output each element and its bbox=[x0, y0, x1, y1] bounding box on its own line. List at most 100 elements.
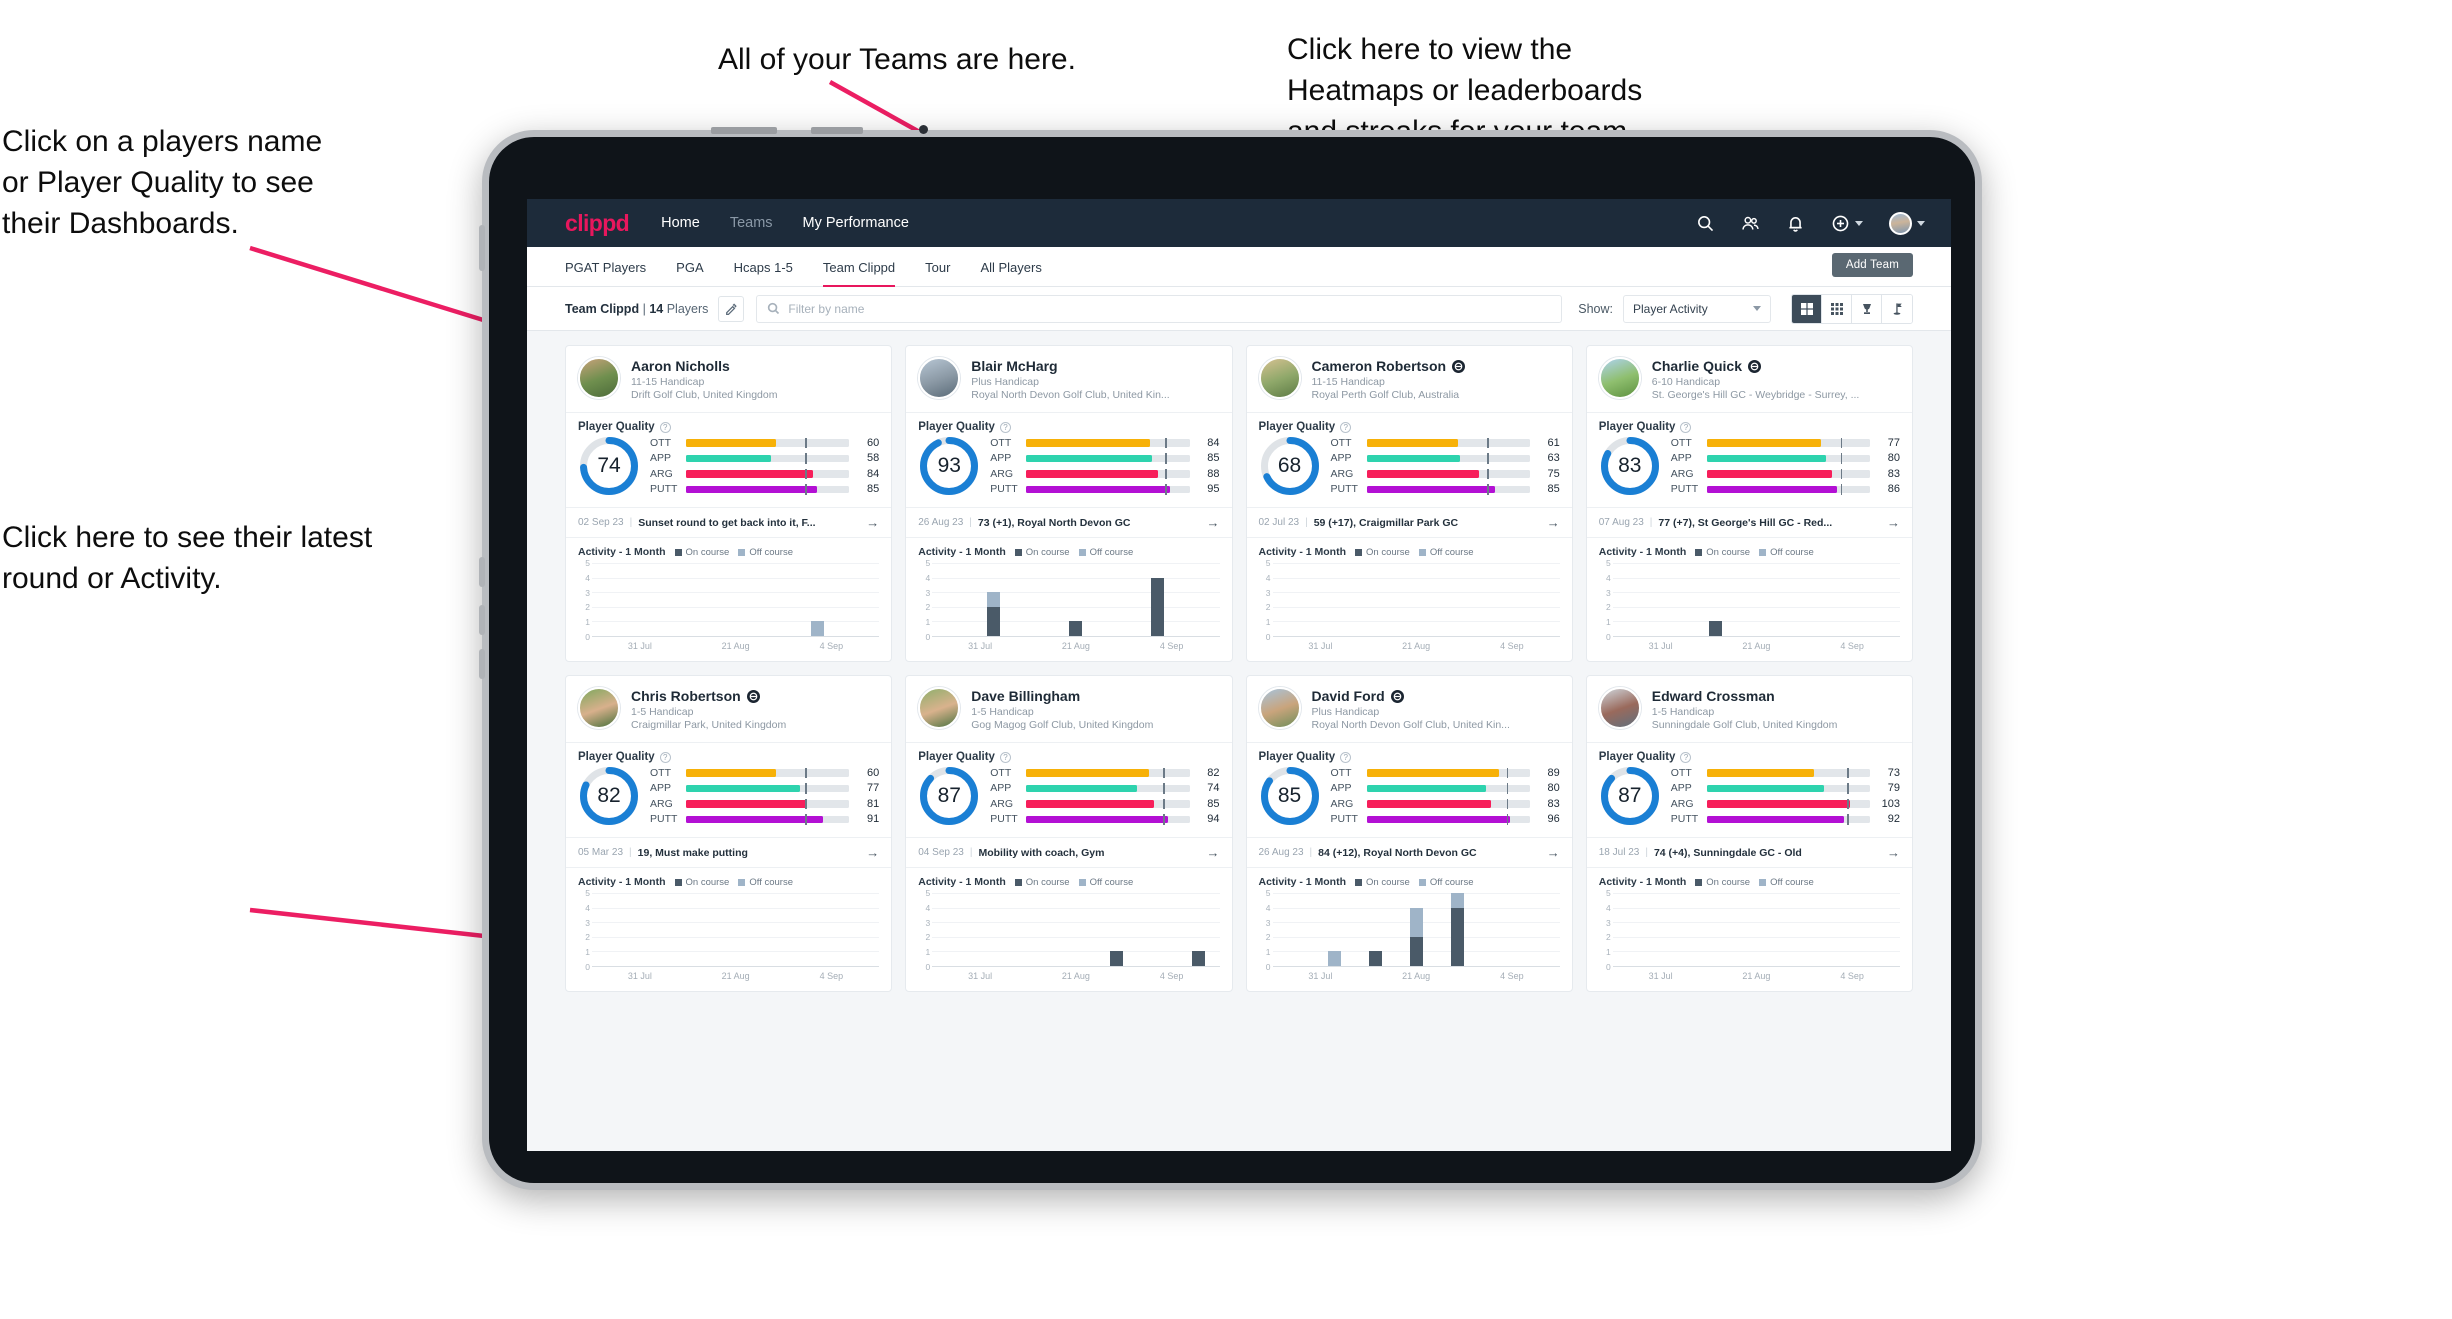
question-icon[interactable]: ? bbox=[999, 421, 1011, 433]
nav-link-home[interactable]: Home bbox=[661, 215, 700, 231]
tab-hcaps-1-5[interactable]: Hcaps 1-5 bbox=[734, 247, 793, 287]
chart-bar-on-course bbox=[1110, 951, 1124, 966]
player-quality-section[interactable]: Player Quality? 68 OTT 61 APP 63 ARG 75 PUTT 85 bbox=[1246, 412, 1572, 507]
player-quality-section[interactable]: Player Quality? 83 OTT 77 APP 80 ARG 83 PUTT 86 bbox=[1586, 412, 1912, 507]
avatar[interactable] bbox=[918, 687, 961, 729]
avatar[interactable] bbox=[1258, 357, 1301, 399]
account-menu[interactable] bbox=[1889, 211, 1925, 235]
search-input[interactable]: Filter by name bbox=[756, 294, 1563, 323]
arrow-right-icon[interactable]: → bbox=[1207, 515, 1220, 530]
create-menu[interactable] bbox=[1831, 214, 1863, 233]
question-icon[interactable]: ? bbox=[1340, 751, 1352, 763]
y-axis-tick: 2 bbox=[1606, 932, 1611, 943]
x-axis-tick: 4 Sep bbox=[819, 641, 844, 651]
player-name[interactable]: David Ford bbox=[1312, 688, 1385, 704]
player-name[interactable]: Charlie Quick bbox=[1652, 358, 1742, 374]
tab-all-players[interactable]: All Players bbox=[980, 247, 1041, 287]
player-card[interactable]: Charlie Quick 6-10 Handicap St. George's H… bbox=[1585, 345, 1913, 662]
latest-round-row[interactable]: 26 Aug 23 | 84 (+12), Royal North Devon GC… bbox=[1246, 837, 1572, 867]
edit-team-button[interactable] bbox=[718, 295, 745, 322]
question-icon[interactable]: ? bbox=[659, 421, 671, 433]
nav-link-my-performance[interactable]: My Performance bbox=[803, 215, 909, 231]
people-icon[interactable] bbox=[1741, 214, 1760, 233]
player-name[interactable]: Aaron Nicholls bbox=[631, 358, 730, 374]
bell-icon[interactable] bbox=[1786, 214, 1805, 233]
latest-round-row[interactable]: 02 Sep 23 | Sunset round to get back into … bbox=[566, 507, 892, 537]
x-axis-tick: 4 Sep bbox=[1159, 641, 1184, 651]
search-icon[interactable] bbox=[1696, 214, 1715, 233]
latest-round-row[interactable]: 04 Sep 23 | Mobility with coach, Gym → bbox=[906, 837, 1232, 867]
player-name[interactable]: Chris Robertson bbox=[631, 688, 741, 704]
question-icon[interactable]: ? bbox=[999, 751, 1011, 763]
player-card[interactable]: Cameron Robertson 11-15 Handicap Royal Per… bbox=[1245, 345, 1573, 662]
avatar[interactable] bbox=[1598, 357, 1641, 399]
arrow-right-icon[interactable]: → bbox=[1547, 845, 1560, 860]
tab-pga[interactable]: PGA bbox=[676, 247, 703, 287]
latest-round-row[interactable]: 05 Mar 23 | 19, Must make putting → bbox=[566, 837, 892, 867]
add-team-button[interactable]: Add Team bbox=[1831, 253, 1913, 277]
tab-tour[interactable]: Tour bbox=[925, 247, 950, 287]
tab-team-clippd[interactable]: Team Clippd bbox=[822, 247, 896, 287]
volume-up-button[interactable] bbox=[479, 557, 485, 587]
player-quality-section[interactable]: Player Quality? 93 OTT 84 APP 85 ARG 88 PUTT 95 bbox=[906, 412, 1232, 507]
metric-bar-benchmark-tick bbox=[805, 437, 807, 448]
player-card[interactable]: Dave Billingham 1-5 Handicap Gog Magog Gol… bbox=[905, 675, 1233, 992]
metric-bar-track bbox=[686, 767, 850, 778]
player-name[interactable]: Dave Billingham bbox=[971, 688, 1080, 704]
player-name[interactable]: Edward Crossman bbox=[1652, 688, 1775, 704]
arrow-right-icon[interactable]: → bbox=[1547, 515, 1560, 530]
player-card[interactable]: David Ford Plus Handicap Royal North Devon… bbox=[1245, 675, 1573, 992]
avatar[interactable] bbox=[1258, 687, 1301, 729]
avatar[interactable] bbox=[918, 357, 961, 399]
avatar[interactable] bbox=[578, 357, 620, 399]
player-card[interactable]: Chris Robertson 1-5 Handicap Craigmillar P… bbox=[565, 675, 893, 992]
chart-plot-area bbox=[1612, 893, 1900, 967]
player-name[interactable]: Cameron Robertson bbox=[1312, 358, 1447, 374]
power-button[interactable] bbox=[479, 225, 485, 271]
arrow-right-icon[interactable]: → bbox=[1207, 845, 1220, 860]
chart-columns bbox=[932, 893, 1219, 966]
arrow-right-icon[interactable]: → bbox=[866, 845, 879, 860]
tab-pgat-players[interactable]: PGAT Players bbox=[565, 247, 646, 287]
player-quality-section[interactable]: Player Quality? 82 OTT 60 APP 77 ARG 81 PUTT 91 bbox=[566, 742, 892, 837]
volume-down-button[interactable] bbox=[479, 605, 485, 635]
latest-round-row[interactable]: 07 Aug 23 | 77 (+7), St George's Hill GC -… bbox=[1586, 507, 1912, 537]
plus-circle-icon[interactable] bbox=[1831, 214, 1850, 233]
trophy-view-button[interactable] bbox=[1852, 294, 1882, 323]
player-name[interactable]: Blair McHarg bbox=[971, 358, 1057, 374]
question-icon[interactable]: ? bbox=[1680, 751, 1692, 763]
arrow-right-icon[interactable]: → bbox=[1887, 845, 1900, 860]
player-card[interactable]: Aaron Nicholls 11-15 Handicap Drift Golf C… bbox=[565, 345, 893, 662]
side-button[interactable] bbox=[479, 649, 485, 679]
latest-round-row[interactable]: 26 Aug 23 | 73 (+1), Royal North Devon GC → bbox=[906, 507, 1232, 537]
flag-view-button[interactable] bbox=[1882, 294, 1912, 323]
latest-round-row[interactable]: 02 Jul 23 | 59 (+17), Craigmillar Park GC → bbox=[1246, 507, 1572, 537]
activity-chart: 5 4 3 2 1 0 bbox=[1259, 558, 1560, 642]
player-card[interactable]: Edward Crossman 1-5 Handicap Sunningdale G… bbox=[1585, 675, 1913, 992]
avatar[interactable] bbox=[1889, 211, 1912, 235]
arrow-right-icon[interactable]: → bbox=[866, 515, 879, 530]
nav-link-teams[interactable]: Teams bbox=[730, 215, 773, 231]
player-quality-section[interactable]: Player Quality? 74 OTT 60 APP 58 ARG 84 PUTT 85 bbox=[566, 412, 892, 507]
show-select[interactable]: Player Activity bbox=[1623, 294, 1771, 323]
metric-value: 84 bbox=[1207, 436, 1220, 449]
verified-badge-icon bbox=[1390, 689, 1404, 703]
arrow-right-icon[interactable]: → bbox=[1887, 515, 1900, 530]
avatar[interactable] bbox=[578, 687, 620, 729]
dense-grid-view-button[interactable] bbox=[1822, 294, 1852, 323]
question-icon[interactable]: ? bbox=[659, 751, 671, 763]
round-separator: | bbox=[629, 517, 633, 528]
metric-bar-track bbox=[1366, 783, 1530, 794]
player-quality-section[interactable]: Player Quality? 87 OTT 73 APP 79 ARG 103 PUTT 92 bbox=[1586, 742, 1912, 837]
player-quality-section[interactable]: Player Quality? 87 OTT 82 APP 74 ARG 85 PUTT 94 bbox=[906, 742, 1232, 837]
latest-round-row[interactable]: 18 Jul 23 | 74 (+4), Sunningdale GC - Old → bbox=[1586, 837, 1912, 867]
avatar[interactable] bbox=[1598, 687, 1641, 729]
grid-view-button[interactable] bbox=[1792, 294, 1822, 323]
player-quality-section[interactable]: Player Quality? 85 OTT 89 APP 80 ARG 83 PUTT 96 bbox=[1246, 742, 1572, 837]
question-icon[interactable]: ? bbox=[1340, 421, 1352, 433]
player-card[interactable]: Blair McHarg Plus Handicap Royal North Dev… bbox=[905, 345, 1233, 662]
metric-bar-track bbox=[1026, 767, 1190, 778]
question-icon[interactable]: ? bbox=[1680, 421, 1692, 433]
chart-bar-off-course bbox=[1450, 893, 1464, 908]
clippd-logo[interactable]: clippd bbox=[565, 210, 630, 237]
